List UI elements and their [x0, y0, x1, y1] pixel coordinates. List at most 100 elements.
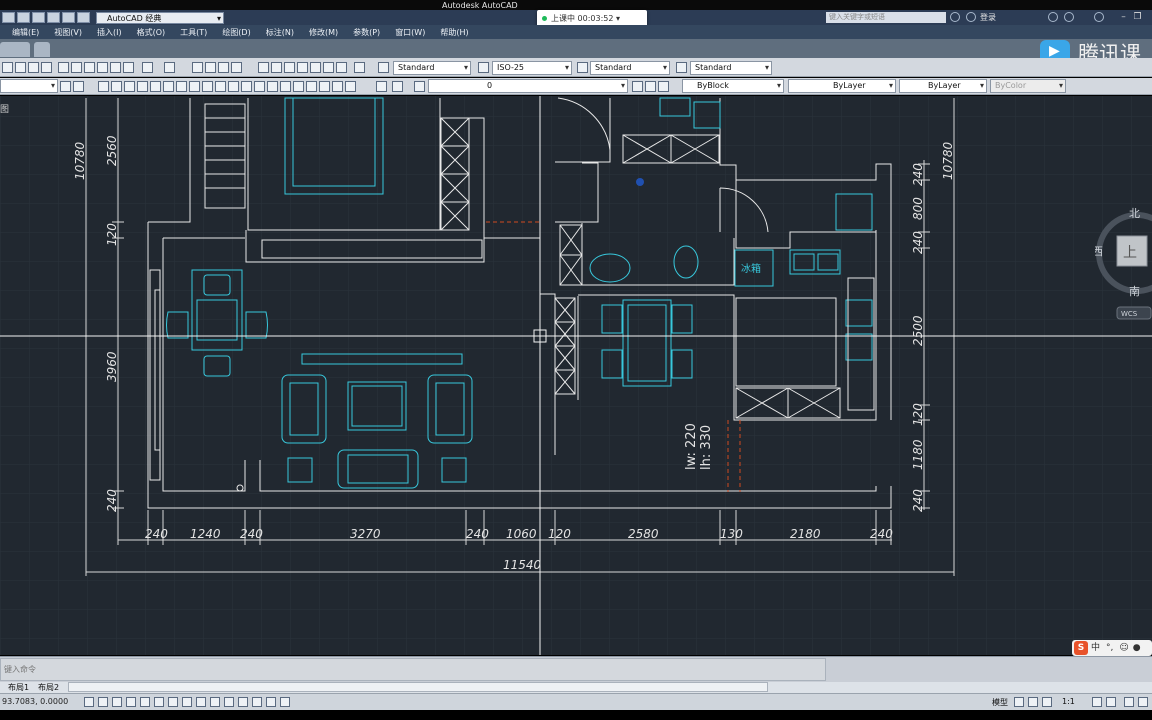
plotstyle-select[interactable]: ByColor [990, 79, 1066, 93]
workspace-selector[interactable]: AutoCAD 经典 [96, 11, 224, 24]
restore-button[interactable]: ❐ [1131, 11, 1144, 23]
insert-block-icon[interactable] [241, 81, 252, 92]
snap-icon[interactable] [98, 697, 108, 707]
otrack-icon[interactable] [182, 697, 192, 707]
make-current-icon[interactable] [632, 81, 643, 92]
exchange-icon[interactable] [1048, 12, 1058, 22]
calculator-icon[interactable] [336, 62, 347, 73]
menu-window[interactable]: 窗口(W) [395, 27, 425, 38]
menu-format[interactable]: 格式(O) [137, 27, 166, 38]
command-input[interactable]: 键入命令 [0, 658, 826, 681]
zoom-realtime-icon[interactable] [205, 62, 216, 73]
ime-mic-icon[interactable]: ● [1133, 640, 1141, 656]
workspace-dropdown[interactable] [0, 79, 58, 93]
ime-toolbar[interactable]: S 中 °, ☺ ● [1072, 640, 1152, 656]
quickcalc-icon[interactable] [323, 62, 334, 73]
menu-dimension[interactable]: 标注(N) [266, 27, 294, 38]
zoom-previous-icon[interactable] [231, 62, 242, 73]
properties-icon[interactable] [258, 62, 269, 73]
pan-icon[interactable] [192, 62, 203, 73]
layout-tab-1[interactable]: 布局1 [8, 682, 29, 693]
sheet-set-icon[interactable] [297, 62, 308, 73]
point-icon[interactable] [267, 81, 278, 92]
table-style-select[interactable]: Standard [590, 61, 670, 75]
horizontal-scrollbar[interactable] [68, 682, 768, 692]
cut-icon[interactable] [58, 62, 69, 73]
dim-style-select[interactable]: ISO-25 [492, 61, 572, 75]
ellipse-icon[interactable] [215, 81, 226, 92]
text-style-select[interactable]: Standard [393, 61, 471, 75]
color-select[interactable]: ByBlock [682, 79, 784, 93]
open-file-icon[interactable] [15, 62, 26, 73]
match-properties-icon[interactable] [97, 62, 108, 73]
markup-icon[interactable] [310, 62, 321, 73]
spline-icon[interactable] [202, 81, 213, 92]
copy-icon[interactable] [71, 62, 82, 73]
lock-icon[interactable] [1138, 697, 1148, 707]
design-center-icon[interactable] [271, 62, 282, 73]
network-icon[interactable] [1064, 12, 1074, 22]
workspace-switching-icon[interactable] [1124, 697, 1134, 707]
tool-palettes-icon[interactable] [284, 62, 295, 73]
lineweight-select[interactable]: ByLayer [899, 79, 987, 93]
selection-cycling-icon[interactable] [266, 697, 276, 707]
mleader-style-select[interactable]: Standard [690, 61, 772, 75]
ime-emoji-icon[interactable]: ☺ [1119, 640, 1128, 656]
menu-parametric[interactable]: 参数(P) [353, 27, 380, 38]
block-editor-icon[interactable] [110, 62, 121, 73]
arc-icon[interactable] [163, 81, 174, 92]
polyline-icon[interactable] [124, 81, 135, 92]
linetype-select[interactable]: ByLayer [788, 79, 896, 93]
help-icon[interactable] [1094, 12, 1104, 22]
hatch-icon[interactable] [280, 81, 291, 92]
ellipse-arc-icon[interactable] [228, 81, 239, 92]
menu-help[interactable]: 帮助(H) [440, 27, 468, 38]
save-icon[interactable] [32, 12, 45, 23]
polygon-icon[interactable] [137, 81, 148, 92]
redo-icon[interactable] [77, 12, 90, 23]
undo-tool-icon[interactable] [142, 62, 153, 73]
layer-state-icon[interactable] [658, 81, 669, 92]
annotation-scale-value[interactable]: 1:1 [1062, 697, 1075, 706]
undo-icon[interactable] [62, 12, 75, 23]
login-button[interactable]: 登录 [980, 12, 996, 23]
text-style-icon[interactable] [378, 62, 389, 73]
annotation-visibility-icon[interactable] [1092, 697, 1102, 707]
polar-icon[interactable] [140, 697, 150, 707]
quick-properties-icon[interactable] [252, 697, 262, 707]
paste-icon[interactable] [84, 62, 95, 73]
menu-insert[interactable]: 插入(I) [97, 27, 122, 38]
new-tab-button[interactable] [34, 42, 50, 57]
minimize-button[interactable]: – [1117, 11, 1130, 23]
viewcube[interactable]: 上 北 西 南 WCS [1092, 201, 1152, 331]
help-tool-icon[interactable] [354, 62, 365, 73]
add-selected-2-icon[interactable] [392, 81, 403, 92]
infer-constraints-icon[interactable] [84, 697, 94, 707]
qnew-icon[interactable] [2, 62, 13, 73]
layout-tab-2[interactable]: 布局2 [38, 682, 59, 693]
ime-mode[interactable]: 中 [1091, 640, 1100, 656]
multiline-text-icon[interactable] [332, 81, 343, 92]
grid-icon[interactable] [112, 697, 122, 707]
save-file-icon[interactable] [28, 62, 39, 73]
open-icon[interactable] [17, 12, 30, 23]
zoom-window-icon[interactable] [218, 62, 229, 73]
new-icon[interactable] [2, 12, 15, 23]
dim-style-icon[interactable] [478, 62, 489, 73]
user-icon[interactable] [966, 12, 976, 22]
table-style-icon[interactable] [577, 62, 588, 73]
model-button[interactable]: 模型 [992, 697, 1008, 708]
transparency-icon[interactable] [238, 697, 248, 707]
layer-previous-icon[interactable] [645, 81, 656, 92]
ime-punct-icon[interactable]: °, [1106, 640, 1113, 656]
layer-select[interactable]: 0 [428, 79, 628, 93]
ducs-icon[interactable] [196, 697, 206, 707]
settings-icon[interactable] [60, 81, 71, 92]
add-selected-icon[interactable] [345, 81, 356, 92]
menu-draw[interactable]: 绘图(D) [222, 27, 250, 38]
circle-icon[interactable] [176, 81, 187, 92]
plot-icon[interactable] [41, 62, 52, 73]
auto-scale-icon[interactable] [1106, 697, 1116, 707]
construction-line-icon[interactable] [111, 81, 122, 92]
search-icon[interactable] [950, 12, 960, 22]
